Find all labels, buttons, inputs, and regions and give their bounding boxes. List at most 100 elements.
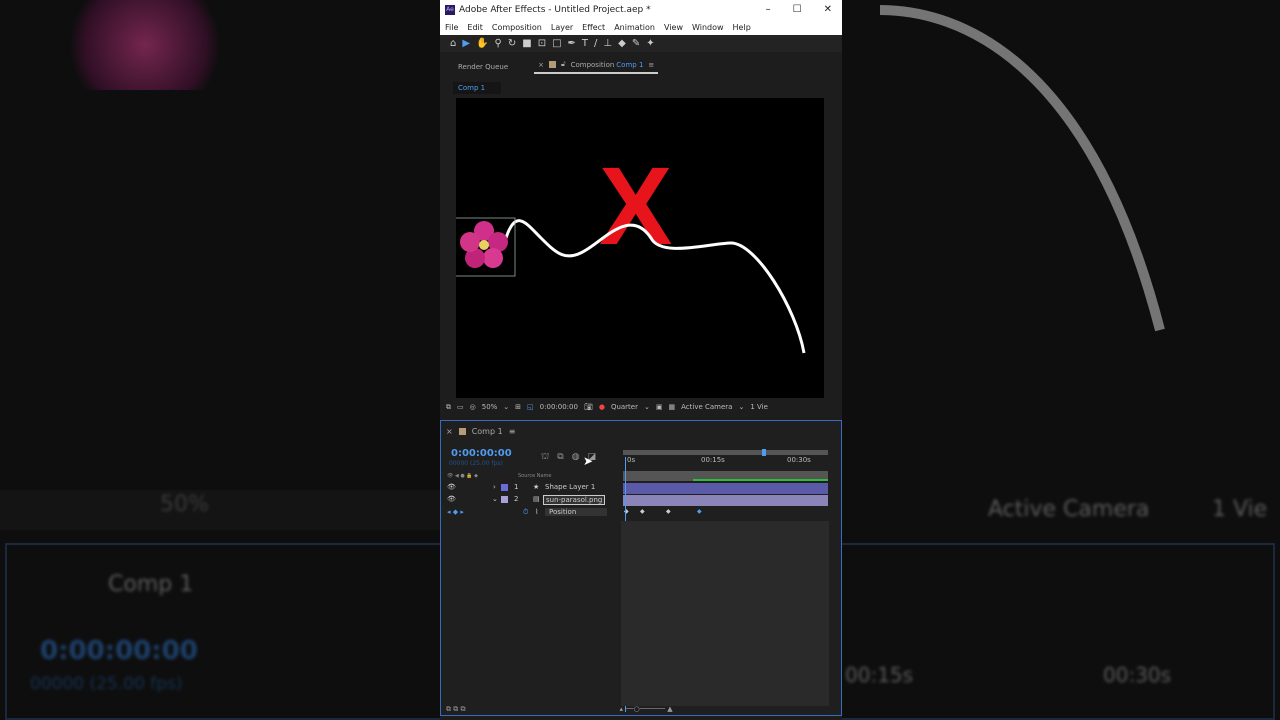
channel-icon[interactable]: ●: [599, 403, 605, 411]
timecode[interactable]: 0:00:00:00: [451, 448, 512, 459]
eraser-tool-icon[interactable]: ◆: [618, 38, 626, 49]
property-row[interactable]: ◂ ◆ ▸ ⏱ ⌇ Position ◆ ◆ ◆ ◆: [441, 508, 843, 518]
close-timeline-icon[interactable]: ×: [446, 427, 453, 436]
panel-menu-icon[interactable]: ≡: [648, 61, 654, 69]
ruler-30: 00:30s: [787, 456, 811, 464]
visibility-icon[interactable]: 👁: [447, 483, 456, 491]
work-area-bar[interactable]: [623, 449, 828, 456]
menu-composition[interactable]: Composition: [492, 23, 542, 32]
layer-row[interactable]: 👁 › 1 ★ Shape Layer 1: [441, 483, 843, 494]
keyframe-selected[interactable]: ◆: [697, 508, 702, 515]
menu-view[interactable]: View: [664, 23, 683, 32]
rectangle-tool-icon[interactable]: □: [552, 38, 561, 49]
stopwatch-icon[interactable]: ⏱: [523, 508, 528, 517]
mask-icon[interactable]: ◎: [470, 403, 476, 411]
panel-tabs: Render Queue × 🔓︎ Composition Comp 1 ≡: [440, 58, 842, 76]
timeline-graph-area: [621, 521, 829, 706]
layer-number: 2: [514, 495, 519, 503]
label-color[interactable]: [501, 484, 508, 491]
bg-views: 1 Vie: [1212, 497, 1268, 522]
viewer-controls: ⧉ ▭ ◎ 50% ⌄ ⊞ ◱ 0:00:00:00 📷︎ ● Quarter ⌄ …: [446, 402, 768, 412]
keyframe[interactable]: ◆: [666, 508, 671, 515]
tab-comp-name: Comp 1: [616, 60, 644, 69]
label-color[interactable]: [501, 496, 508, 503]
menu-layer[interactable]: Layer: [551, 23, 573, 32]
pin-tool-icon[interactable]: ✦: [646, 38, 654, 49]
property-name: Position: [545, 508, 607, 516]
shape-layer-icon: ★: [533, 483, 540, 491]
red-x-mark: X: [599, 145, 672, 268]
minimize-button[interactable]: –: [766, 4, 771, 15]
draft-3d-icon[interactable]: ⧉: [557, 452, 563, 463]
fast-preview-icon[interactable]: ▣: [656, 403, 663, 411]
close-button[interactable]: ✕: [824, 4, 832, 15]
toggle-switches-icon[interactable]: ⧉ ⧉ ⧉: [446, 705, 465, 715]
graph-icon[interactable]: ⌇: [535, 508, 538, 516]
grid-icon[interactable]: ⊞: [515, 403, 521, 411]
ae-logo-icon: Ae: [445, 4, 455, 15]
close-tab-icon[interactable]: ×: [538, 61, 544, 69]
hand-tool-icon[interactable]: ✋: [476, 38, 488, 49]
motion-blur-icon[interactable]: ◍: [572, 452, 580, 463]
tab-render-queue[interactable]: Render Queue: [458, 63, 508, 71]
home-icon[interactable]: ⌂: [450, 38, 456, 49]
tab-composition[interactable]: × 🔓︎ Composition Comp 1 ≡: [534, 60, 659, 74]
image-file-icon: ▤: [533, 495, 540, 503]
current-time-field[interactable]: 0:00:00:00: [540, 403, 578, 411]
zoom-dropdown[interactable]: 50%: [482, 403, 498, 411]
keyframe-nav-icon[interactable]: ◂ ◆ ▸: [447, 508, 464, 516]
layer-duration-bar[interactable]: [623, 495, 828, 506]
layer-duration-bar[interactable]: [623, 483, 828, 494]
menu-edit[interactable]: Edit: [467, 23, 483, 32]
ruler-15: 00:15s: [701, 456, 725, 464]
roto-tool-icon[interactable]: ✎: [632, 38, 640, 49]
timeline-menu-icon[interactable]: ≡: [509, 427, 516, 436]
menu-window[interactable]: Window: [692, 23, 724, 32]
stamp-tool-icon[interactable]: ⊥: [603, 38, 612, 49]
flower-image: [460, 221, 508, 268]
resolution-dropdown[interactable]: Quarter: [611, 403, 638, 411]
composition-viewer[interactable]: X: [451, 98, 824, 398]
tools-bar: ⌂ ▶ ✋ ⚲ ↻ ■ ⊡ □ ✒ T / ⊥ ◆ ✎ ✦: [440, 35, 842, 52]
ae-window: Ae Adobe After Effects - Untitled Projec…: [440, 0, 842, 720]
comp-flowchart-icon[interactable]: ⛫: [541, 452, 549, 463]
camera-tool-icon[interactable]: ■: [522, 38, 531, 49]
zoom-slider[interactable]: ▴ ──○────── ▲: [619, 705, 672, 715]
layer-name-edit[interactable]: sun-parasol.png: [543, 495, 606, 505]
menu-file[interactable]: File: [445, 23, 458, 32]
lock-icon[interactable]: 🔓︎: [561, 60, 566, 69]
menu-help[interactable]: Help: [733, 23, 751, 32]
brush-tool-icon[interactable]: /: [594, 38, 597, 49]
timeline-comp-name[interactable]: Comp 1: [472, 427, 503, 436]
views-dropdown[interactable]: 1 Vie: [750, 403, 768, 411]
comp-breadcrumb[interactable]: Comp 1: [453, 82, 501, 94]
transparency-grid-icon[interactable]: ▦: [668, 403, 675, 411]
monitor-icon[interactable]: ▭: [457, 403, 464, 411]
layer-name[interactable]: Shape Layer 1: [545, 483, 595, 491]
mouse-cursor-icon: ➤: [583, 454, 594, 468]
camera-snapshot-icon[interactable]: 📷︎: [584, 403, 593, 411]
bg-flower: [55, 0, 235, 90]
camera-dropdown[interactable]: Active Camera: [681, 403, 732, 411]
pan-behind-icon[interactable]: ⊡: [538, 38, 546, 49]
keyframe[interactable]: ◆: [640, 508, 645, 515]
menu-effect[interactable]: Effect: [582, 23, 605, 32]
visibility-icon[interactable]: 👁: [447, 495, 456, 503]
layer-row[interactable]: 👁 ⌄ 2 ▤ sun-parasol.png: [441, 495, 843, 506]
maximize-button[interactable]: ☐: [793, 4, 802, 15]
timeline-footer: ⧉ ⧉ ⧉ ▴ ──○────── ▲: [441, 705, 841, 715]
type-tool-icon[interactable]: T: [582, 38, 588, 49]
menu-animation[interactable]: Animation: [614, 23, 655, 32]
comp-color-icon: [458, 428, 466, 435]
snapshot-icon[interactable]: ⧉: [446, 403, 451, 412]
zoom-tool-icon[interactable]: ⚲: [495, 38, 502, 49]
region-icon[interactable]: ◱: [527, 403, 534, 411]
menu-bar: File Edit Composition Layer Effect Anima…: [440, 19, 842, 35]
selection-tool-icon[interactable]: ▶: [462, 38, 470, 49]
tab-prefix: Composition: [570, 60, 615, 69]
pen-tool-icon[interactable]: ✒: [568, 38, 576, 49]
bg-camera: Active Camera: [988, 497, 1150, 522]
timeline-panel: × Comp 1 ≡ 0:00:00:00 00000 (25.00 fps) …: [440, 420, 842, 716]
frame-rate: 00000 (25.00 fps): [449, 460, 503, 467]
rotate-tool-icon[interactable]: ↻: [508, 38, 516, 49]
